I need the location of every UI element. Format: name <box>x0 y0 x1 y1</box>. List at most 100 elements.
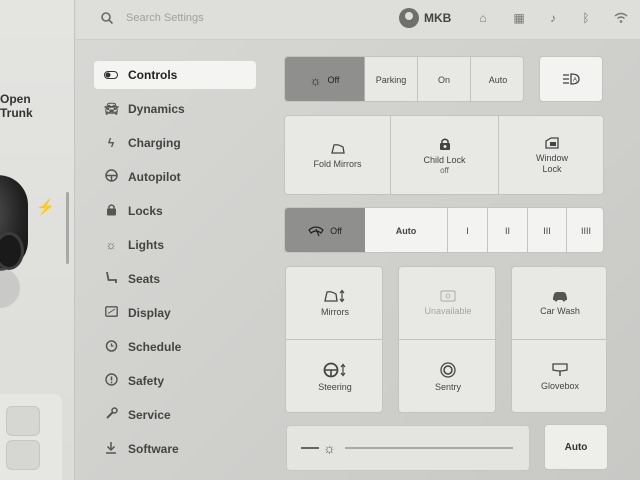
sidebar-item-label: Seats <box>128 272 161 286</box>
steering-adjust-icon <box>323 362 346 378</box>
lights-on-label: On <box>437 75 450 85</box>
car-wash-label: Car Wash <box>540 306 580 316</box>
child-lock-icon <box>439 138 450 150</box>
car-wash-button[interactable]: Car Wash <box>512 267 606 340</box>
wipers-speed-4-button[interactable]: IIII <box>566 208 603 252</box>
wipers-speed-2-button[interactable]: II <box>487 208 527 252</box>
search-input[interactable]: Search Settings <box>126 12 204 24</box>
brightness-icon: ☼ <box>323 440 336 456</box>
sidebar-item-locks[interactable]: Locks <box>94 197 256 225</box>
brightness-track[interactable] <box>345 447 513 449</box>
wipers-speed-1-button[interactable]: I <box>447 208 487 252</box>
scrollbar[interactable] <box>66 192 69 264</box>
sidebar-item-label: Controls <box>128 68 178 82</box>
glovebox-button[interactable]: Glovebox <box>512 340 606 412</box>
seat-icon <box>104 271 118 287</box>
calendar-icon[interactable]: ▦ <box>512 11 526 25</box>
lights-auto-button[interactable]: Auto <box>471 57 523 101</box>
glovebox-label: Glovebox <box>540 381 580 391</box>
sidebar-item-software[interactable]: Software <box>94 435 256 463</box>
wipers-segmented-control: Off Auto I II III IIII <box>284 207 604 253</box>
sidebar-item-safety[interactable]: Safety <box>94 367 256 395</box>
open-trunk-button[interactable]: Open Trunk <box>0 92 33 120</box>
lights-off-button[interactable]: ☼ Off <box>285 57 365 101</box>
car-wash-icon <box>553 292 567 302</box>
fold-mirrors-button[interactable]: Fold Mirrors <box>285 116 391 194</box>
mirrors-adjust-button[interactable]: Mirrors <box>286 267 382 340</box>
lights-parking-label: Parking <box>375 75 407 85</box>
sidebar-item-seats[interactable]: Seats <box>94 265 256 293</box>
adjust-column-2: Unavailable Sentry <box>398 266 496 413</box>
steering-wheel-icon <box>104 169 118 185</box>
mirror-adjust-icon <box>324 289 345 303</box>
seat-image <box>6 406 40 436</box>
sidebar-item-display[interactable]: Display <box>94 299 256 327</box>
brightness-slider-handle[interactable] <box>301 447 319 449</box>
wifi-icon[interactable] <box>614 11 628 25</box>
window-lock-button[interactable]: Window Lock <box>499 116 603 194</box>
open-trunk-label-line2: Trunk <box>0 106 33 120</box>
child-lock-button[interactable]: Child Lock off <box>391 116 499 194</box>
sidebar-item-service[interactable]: Service <box>94 401 256 429</box>
wipers-auto-label: Auto <box>395 226 417 236</box>
bluetooth-icon[interactable]: ᛒ <box>579 11 593 25</box>
car-wheel-image <box>0 232 24 270</box>
charge-port-icon[interactable]: ⚡ <box>36 198 55 216</box>
wipers-speed-3-button[interactable]: III <box>527 208 566 252</box>
clock-icon <box>104 339 118 355</box>
child-lock-status: off <box>440 166 449 175</box>
sidebar-item-charging[interactable]: ϟ Charging <box>94 129 256 157</box>
glovebox-icon <box>552 363 568 376</box>
window-lock-label: Window Lock <box>535 153 568 174</box>
user-name[interactable]: MKB <box>424 11 451 25</box>
sidebar-item-autopilot[interactable]: Autopilot <box>94 163 256 191</box>
vehicle-panel: Open Trunk ⚡ <box>0 0 75 480</box>
sidebar-item-lights[interactable]: ☼ Lights <box>94 231 256 259</box>
lights-on-button[interactable]: On <box>418 57 471 101</box>
sidebar-item-schedule[interactable]: Schedule <box>94 333 256 361</box>
user-icon[interactable] <box>399 8 419 28</box>
wipers-speed-label: IIII <box>580 226 591 236</box>
sidebar-item-label: Service <box>128 408 171 422</box>
mirror-icon <box>330 144 345 154</box>
sidebar-item-label: Locks <box>128 204 163 218</box>
sidebar-item-label: Dynamics <box>128 102 185 116</box>
controls-panel: ☼ Off Parking On Auto A Fold Mirrors Chi… <box>276 40 640 480</box>
sidebar-item-label: Safety <box>128 374 165 388</box>
steering-label: Steering <box>318 382 352 392</box>
seat-image <box>6 440 40 470</box>
wrench-icon <box>104 407 118 423</box>
search-icon[interactable] <box>100 11 114 25</box>
steering-adjust-button[interactable]: Steering <box>286 340 382 412</box>
car-reflection <box>0 268 20 308</box>
brightness-slider[interactable]: ☼ <box>286 425 530 471</box>
download-icon <box>104 441 118 457</box>
wipers-speed-label: II <box>504 226 510 236</box>
wipers-auto-button[interactable]: Auto <box>365 208 447 252</box>
home-icon[interactable]: ⌂ <box>476 11 490 25</box>
wipers-off-button[interactable]: Off <box>285 208 365 252</box>
locks-mirrors-group: Fold Mirrors Child Lock off Window Lock <box>284 115 604 195</box>
seat-card <box>0 394 62 480</box>
open-trunk-label-line1: Open <box>0 92 31 106</box>
mirrors-label: Mirrors <box>321 307 349 317</box>
brightness-auto-button[interactable]: Auto <box>544 424 608 470</box>
child-lock-label: Child Lock <box>423 155 466 165</box>
lights-segmented-control: ☼ Off Parking On Auto <box>284 56 524 102</box>
settings-sidebar: Controls 🚘︎ Dynamics ϟ Charging Autopilo… <box>76 40 276 480</box>
sentry-icon <box>440 362 456 378</box>
bell-icon[interactable]: ♪ <box>546 11 560 25</box>
sidebar-item-label: Schedule <box>128 340 182 354</box>
sidebar-item-label: Software <box>128 442 179 456</box>
sidebar-item-label: Autopilot <box>128 170 181 184</box>
lights-parking-button[interactable]: Parking <box>365 57 418 101</box>
sentry-button[interactable]: Sentry <box>399 340 495 412</box>
auto-high-beam-button[interactable]: A <box>539 56 603 102</box>
sidebar-item-dynamics[interactable]: 🚘︎ Dynamics <box>94 95 256 123</box>
safety-icon <box>104 373 118 389</box>
sidebar-item-controls[interactable]: Controls <box>94 61 256 89</box>
wipers-off-label: Off <box>330 226 342 236</box>
wipers-speed-label: III <box>543 226 551 236</box>
unavailable-label: Unavailable <box>424 306 472 316</box>
sidebar-item-label: Display <box>128 306 171 320</box>
